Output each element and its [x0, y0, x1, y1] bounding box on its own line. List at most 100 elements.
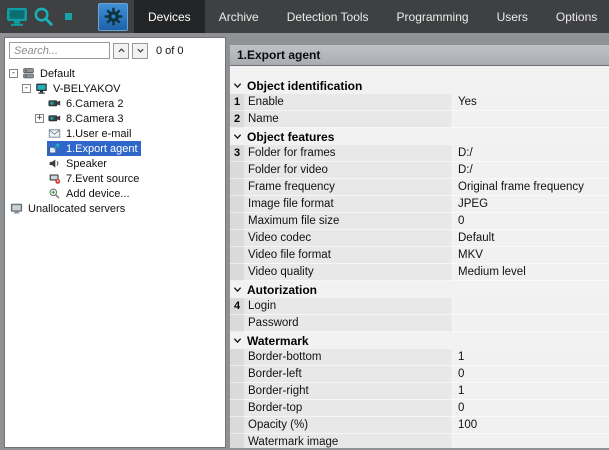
computer-icon [35, 82, 50, 95]
menu-tab-options[interactable]: Options [542, 0, 609, 33]
tree-item-content[interactable]: V-BELYAKOV [34, 81, 123, 96]
collapse-toggle-icon[interactable]: - [9, 69, 18, 78]
device-tree-panel: 0 of 0 -Default-V-BELYAKOV6.Camera 2+8.C… [4, 37, 226, 448]
row-number [230, 179, 244, 196]
teal-indicator-square [65, 13, 72, 20]
property-row-watermark-image: Watermark image [230, 434, 609, 448]
toolbar-icon-group [0, 0, 128, 33]
property-name: Watermark image [244, 434, 453, 448]
expand-toggle-icon[interactable]: + [35, 114, 44, 123]
camera-icon [48, 112, 63, 125]
property-name: Border-top [244, 400, 453, 417]
tree-item-content[interactable]: Add device... [47, 186, 133, 201]
tree-item-1-export-agent[interactable]: 1.Export agent [5, 141, 225, 156]
section-label[interactable]: Autorization [244, 281, 317, 298]
tree-item-unallocated-servers[interactable]: Unallocated servers [5, 201, 225, 216]
property-row-video-file-format: Video file formatMKV [230, 247, 609, 264]
chevron-down-icon[interactable] [230, 332, 244, 349]
property-row-border-bottom: Border-bottom1 [230, 349, 609, 366]
property-value[interactable] [453, 315, 609, 332]
property-value[interactable]: 100 [453, 417, 609, 434]
property-value[interactable] [453, 111, 609, 128]
chevron-down-icon[interactable] [230, 281, 244, 298]
property-name: Folder for video [244, 162, 453, 179]
property-value[interactable]: 1 [453, 383, 609, 400]
tree-item-label: V-BELYAKOV [53, 83, 120, 95]
chevron-down-icon[interactable] [230, 77, 244, 94]
section-label[interactable]: Object identification [244, 77, 362, 94]
tree-item-content[interactable]: 1.Export agent [47, 141, 141, 156]
tree-item-content[interactable]: 1.User e-mail [47, 126, 134, 141]
search-prev-button[interactable] [113, 43, 129, 59]
property-value[interactable]: MKV [453, 247, 609, 264]
row-number: 3 [230, 145, 244, 162]
tree-item-8-camera-3[interactable]: +8.Camera 3 [5, 111, 225, 126]
tree-item-7-event-source[interactable]: 7.Event source [5, 171, 225, 186]
row-number [230, 400, 244, 417]
property-value[interactable]: 0 [453, 366, 609, 383]
row-number [230, 315, 244, 332]
event-icon [48, 172, 63, 185]
tree-item-v-belyakov[interactable]: - V-BELYAKOV [5, 81, 225, 96]
property-name: Frame frequency [244, 179, 453, 196]
row-number [230, 162, 244, 179]
menu-tab-programming[interactable]: Programming [383, 0, 483, 33]
camera-icon [48, 97, 63, 110]
menu-tab-detection-tools[interactable]: Detection Tools [273, 0, 383, 33]
tree-item-label: 1.User e-mail [66, 128, 131, 140]
property-value[interactable]: JPEG [453, 196, 609, 213]
property-value[interactable]: 0 [453, 400, 609, 417]
row-number [230, 349, 244, 366]
tree-item-content[interactable]: Unallocated servers [9, 201, 128, 216]
property-value[interactable]: Medium level [453, 264, 609, 281]
tree-item-content[interactable]: 7.Event source [47, 171, 142, 186]
search-next-button[interactable] [132, 43, 148, 59]
property-row-opacity: Opacity (%)100 [230, 417, 609, 434]
search-icon[interactable] [30, 4, 56, 30]
tree-item-6-camera-2[interactable]: 6.Camera 2 [5, 96, 225, 111]
property-value[interactable] [453, 434, 609, 448]
section-row-autorization: Autorization [230, 281, 609, 298]
row-number: 1 [230, 94, 244, 111]
tree-item-label: Default [40, 68, 75, 80]
speaker-icon [48, 157, 63, 170]
tree-item-1-user-e-mail[interactable]: 1.User e-mail [5, 126, 225, 141]
property-value[interactable]: 0 [453, 213, 609, 230]
property-value[interactable]: Yes [453, 94, 609, 111]
menu-tab-devices[interactable]: Devices [134, 0, 205, 33]
section-row-object-identification: Object identification [230, 77, 609, 94]
collapse-toggle-icon[interactable]: - [22, 84, 31, 93]
tree-item-default[interactable]: - Default [5, 66, 225, 81]
property-row-video-quality: Video qualityMedium level [230, 264, 609, 281]
tree-item-add-device[interactable]: Add device... [5, 186, 225, 201]
property-row-border-top: Border-top0 [230, 400, 609, 417]
monitor-icon[interactable] [4, 4, 30, 30]
property-value[interactable]: D:/ [453, 162, 609, 179]
row-number [230, 434, 244, 448]
tree-item-content[interactable]: 8.Camera 3 [47, 111, 126, 126]
row-number [230, 213, 244, 230]
section-label[interactable]: Object features [244, 128, 334, 145]
settings-gear-button[interactable] [98, 3, 128, 31]
section-label[interactable]: Watermark [244, 332, 309, 349]
tree-item-content[interactable]: 6.Camera 2 [47, 96, 126, 111]
device-tree: -Default-V-BELYAKOV6.Camera 2+8.Camera 3… [5, 64, 225, 447]
chevron-down-icon[interactable] [230, 128, 244, 145]
search-input[interactable] [9, 42, 110, 59]
property-name: Video file format [244, 247, 453, 264]
tree-item-speaker[interactable]: Speaker [5, 156, 225, 171]
tree-item-label: Add device... [66, 188, 130, 200]
section-row-watermark: Watermark [230, 332, 609, 349]
row-number [230, 417, 244, 434]
property-name: Video codec [244, 230, 453, 247]
property-value[interactable]: Default [453, 230, 609, 247]
chevron-up-icon [117, 46, 126, 55]
tree-item-content[interactable]: Default [21, 66, 78, 81]
menu-tab-users[interactable]: Users [483, 0, 542, 33]
property-value[interactable]: Original frame frequency [453, 179, 609, 196]
property-value[interactable]: 1 [453, 349, 609, 366]
property-value[interactable] [453, 298, 609, 315]
property-value[interactable]: D:/ [453, 145, 609, 162]
menu-tab-archive[interactable]: Archive [205, 0, 273, 33]
tree-item-content[interactable]: Speaker [47, 156, 110, 171]
